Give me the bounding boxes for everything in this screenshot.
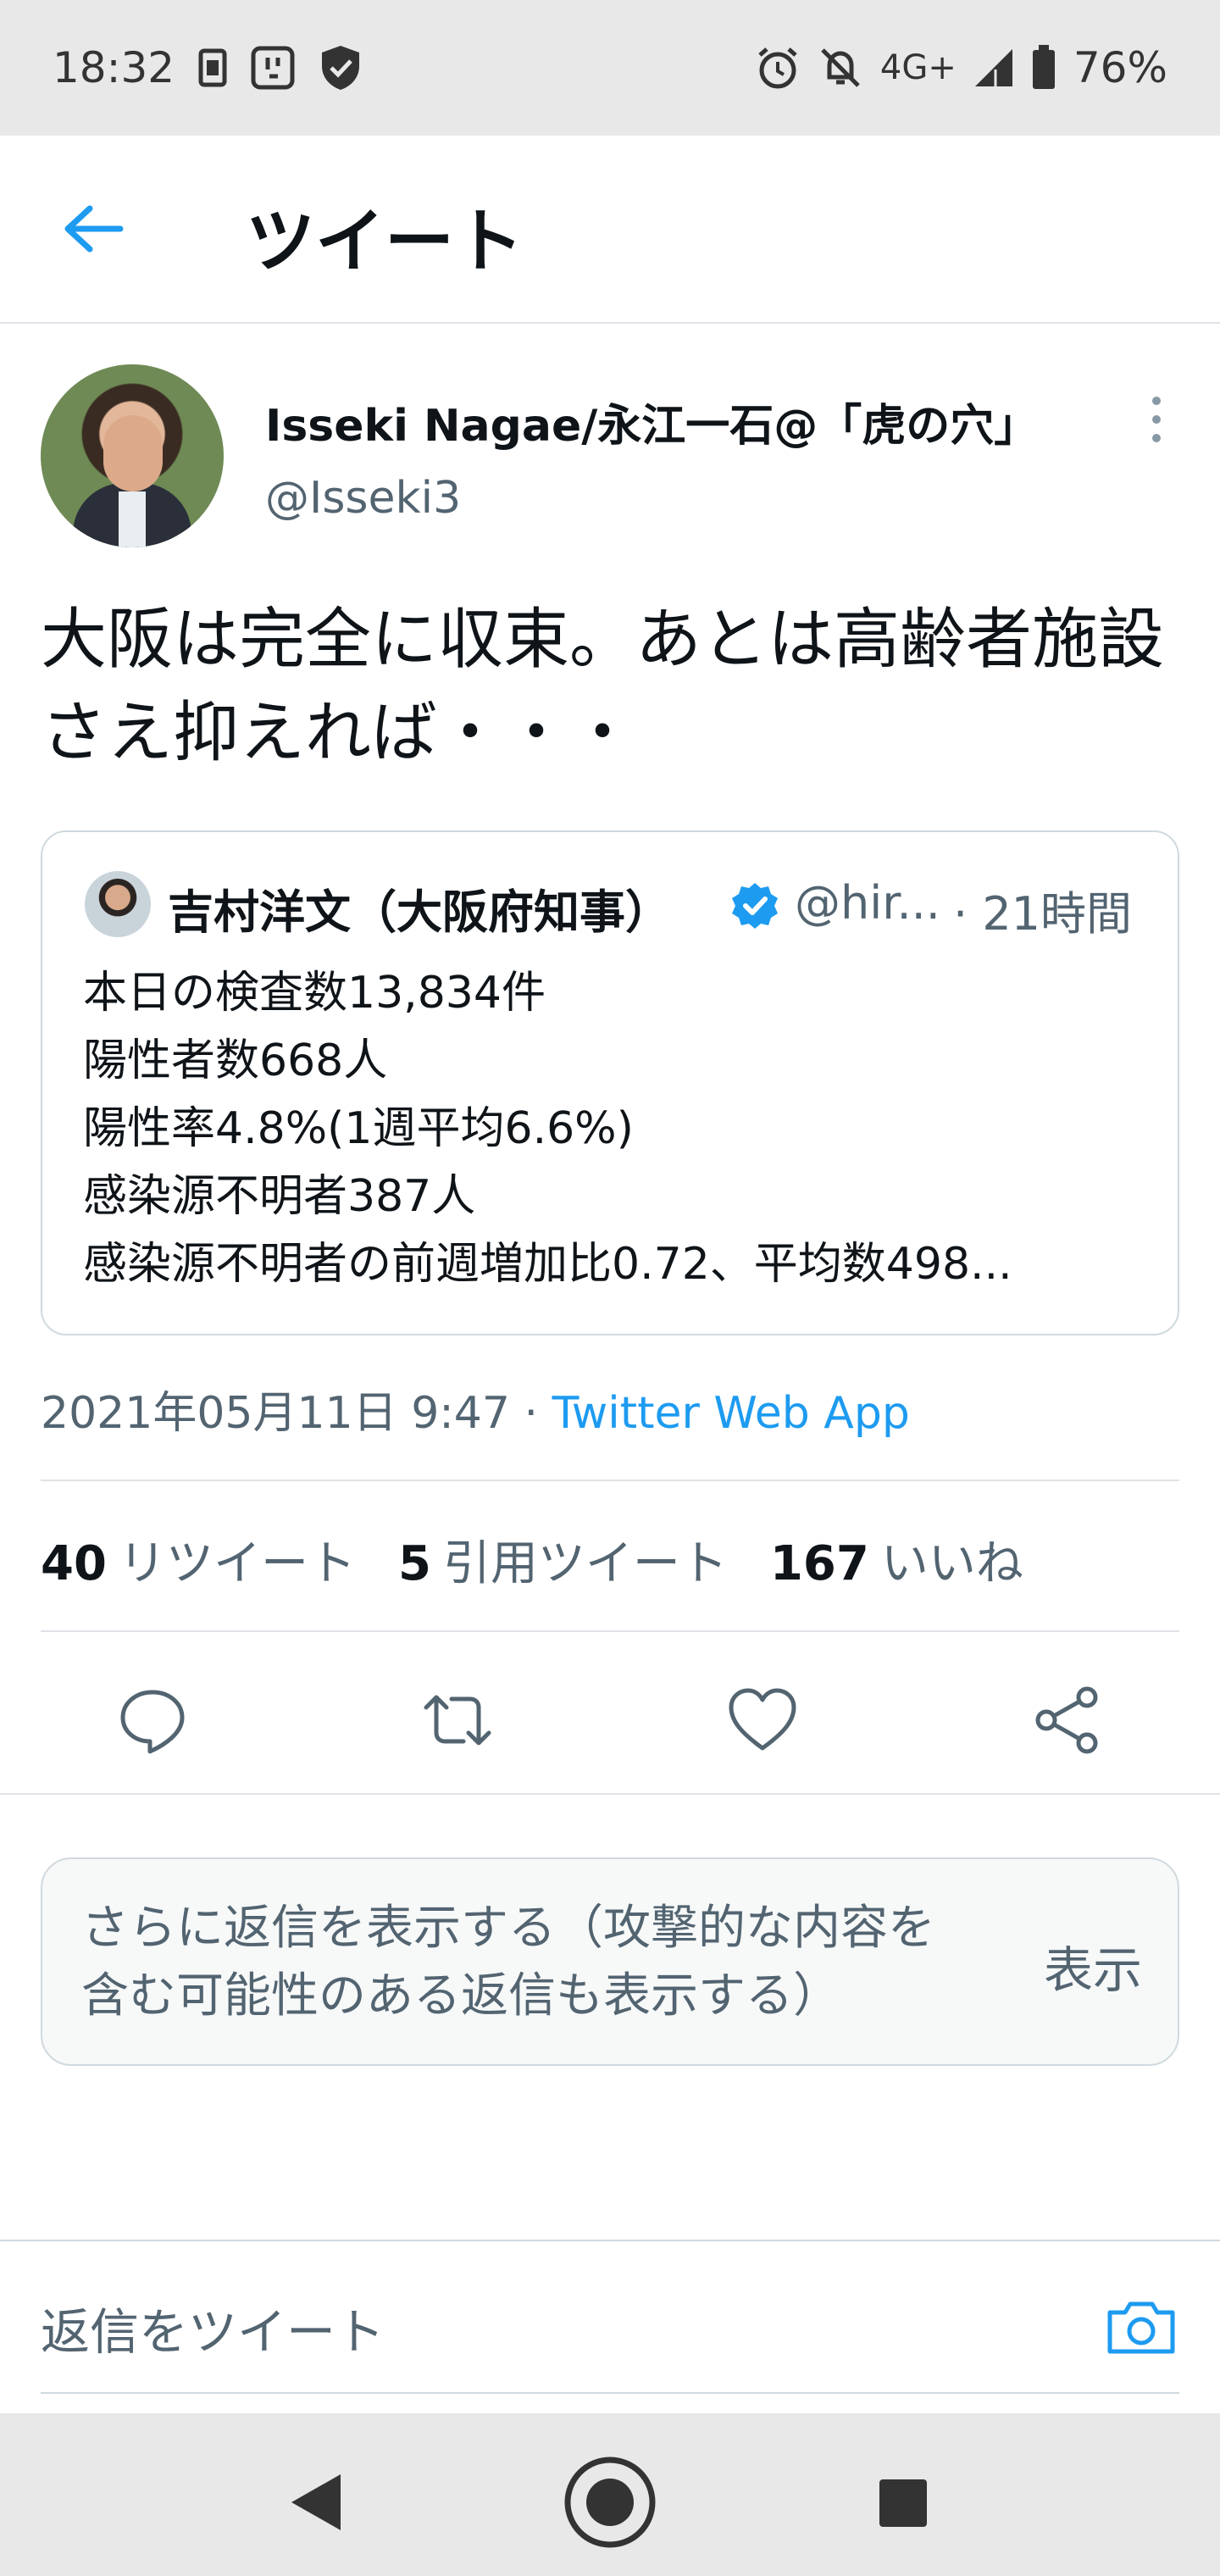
timestamp-separator: · — [509, 1388, 552, 1439]
like-count-link[interactable]: 167 いいね — [770, 1525, 1023, 1594]
page-title: ツイート — [246, 202, 524, 282]
quoted-handle: @hir... — [795, 876, 940, 930]
quote-count: 5 — [397, 1536, 431, 1591]
quoted-line: 陽性者数668人 — [83, 1035, 388, 1086]
quoted-time: · 21時間 — [953, 887, 1133, 941]
nav-home-button[interactable] — [563, 2456, 657, 2549]
quoted-line: 陽性率4.8%(1週平均6.6%) — [83, 1103, 634, 1154]
recents-square-icon — [879, 2479, 927, 2527]
status-time: 18:32 — [53, 43, 175, 92]
more-options-button[interactable] — [1144, 397, 1169, 456]
reply-button[interactable] — [114, 1682, 191, 1758]
like-label: いいね — [880, 1536, 1023, 1591]
nav-back-button[interactable] — [268, 2456, 361, 2549]
nav-recents-button[interactable] — [856, 2456, 949, 2549]
tweet-header: ツイート — [0, 136, 1220, 324]
divider — [41, 1630, 1179, 1632]
tweet-stats: 40 リツイート 5 引用ツイート 167 いいね — [41, 1525, 1023, 1594]
battery-icon — [1031, 45, 1056, 91]
reply-underline — [41, 2392, 1179, 2394]
back-button[interactable] — [59, 202, 127, 256]
tweet-text: 大阪は完全に収束。あとは高齢者施設さえ抑えれば・・・ — [41, 602, 1165, 771]
retweet-count: 40 — [41, 1536, 107, 1591]
retweet-count-link[interactable]: 40 リツイート — [41, 1525, 356, 1594]
retweet-button[interactable] — [419, 1682, 496, 1758]
quote-label: 引用ツイート — [442, 1536, 728, 1591]
quoted-line: 感染源不明者の前週増加比0.72、平均数498... — [83, 1239, 1012, 1290]
avatar[interactable] — [41, 364, 224, 547]
tweet-date: 2021年05月11日 9:47 — [41, 1388, 510, 1439]
reply-composer[interactable]: 返信をツイート — [0, 2240, 1220, 2394]
show-more-replies-text: さらに返信を表示する（攻撃的な内容を含む可能性のある返信も表示する） — [81, 1901, 935, 2024]
retweet-label: リツイート — [118, 1536, 356, 1591]
like-button[interactable] — [724, 1682, 801, 1758]
show-more-replies-panel: さらに返信を表示する（攻撃的な内容を含む可能性のある返信も表示する） 表示 — [41, 1857, 1179, 2066]
like-icon — [729, 1688, 796, 1751]
quoted-tweet[interactable]: 吉村洋文（大阪府知事） @hir... · 21時間 本日の検査数13,834件… — [41, 830, 1179, 1335]
share-button[interactable] — [1029, 1682, 1106, 1758]
home-circle-icon — [564, 2457, 656, 2548]
show-replies-button[interactable]: 表示 — [1044, 1930, 1142, 2001]
like-count: 167 — [769, 1536, 869, 1591]
quoted-line: 感染源不明者387人 — [83, 1171, 476, 1222]
camera-button[interactable] — [1105, 2297, 1178, 2357]
quoted-avatar — [85, 871, 151, 937]
signal-icon — [973, 47, 1014, 88]
shield-icon — [319, 44, 363, 92]
quoted-line: 本日の検査数13,834件 — [83, 968, 546, 1019]
camera-icon — [1107, 2301, 1175, 2354]
more-vertical-icon — [1152, 397, 1161, 405]
share-icon — [1035, 1686, 1098, 1754]
battery-percent: 76% — [1073, 43, 1167, 92]
sim-card-icon — [198, 48, 227, 87]
reply-icon — [120, 1690, 185, 1754]
tweet-author: Isseki Nagae/永江一石@「虎の穴」 @Isseki3 — [41, 364, 1179, 551]
reply-input[interactable]: 返信をツイート — [41, 2292, 385, 2363]
tweet-actions — [0, 1665, 1220, 1767]
divider — [41, 1480, 1179, 1481]
tweet-source-link[interactable]: Twitter Web App — [552, 1388, 910, 1439]
alarm-icon — [755, 45, 801, 91]
quote-count-link[interactable]: 5 引用ツイート — [398, 1525, 728, 1594]
notification-app-icon — [251, 46, 295, 90]
notifications-off-icon — [818, 45, 863, 91]
divider — [0, 1793, 1220, 1795]
author-handle[interactable]: @Isseki3 — [265, 473, 461, 524]
arrow-left-icon — [64, 205, 124, 253]
author-display-name[interactable]: Isseki Nagae/永江一石@「虎の穴」 — [265, 390, 1038, 453]
retweet-icon — [424, 1695, 491, 1746]
back-triangle-icon — [291, 2474, 341, 2530]
tweet-timestamp: 2021年05月11日 9:47 · Twitter Web App — [41, 1377, 910, 1441]
system-nav-bar — [0, 2413, 1220, 2576]
quoted-author-name: 吉村洋文（大阪府知事） — [168, 886, 671, 939]
status-bar: 18:32 4G+ 76% — [0, 0, 1220, 136]
verified-badge-icon — [732, 883, 778, 929]
network-type: 4G+ — [879, 48, 957, 87]
quoted-tweet-text: 本日の検査数13,834件 陽性者数668人 陽性率4.8%(1週平均6.6%)… — [83, 959, 1151, 1298]
